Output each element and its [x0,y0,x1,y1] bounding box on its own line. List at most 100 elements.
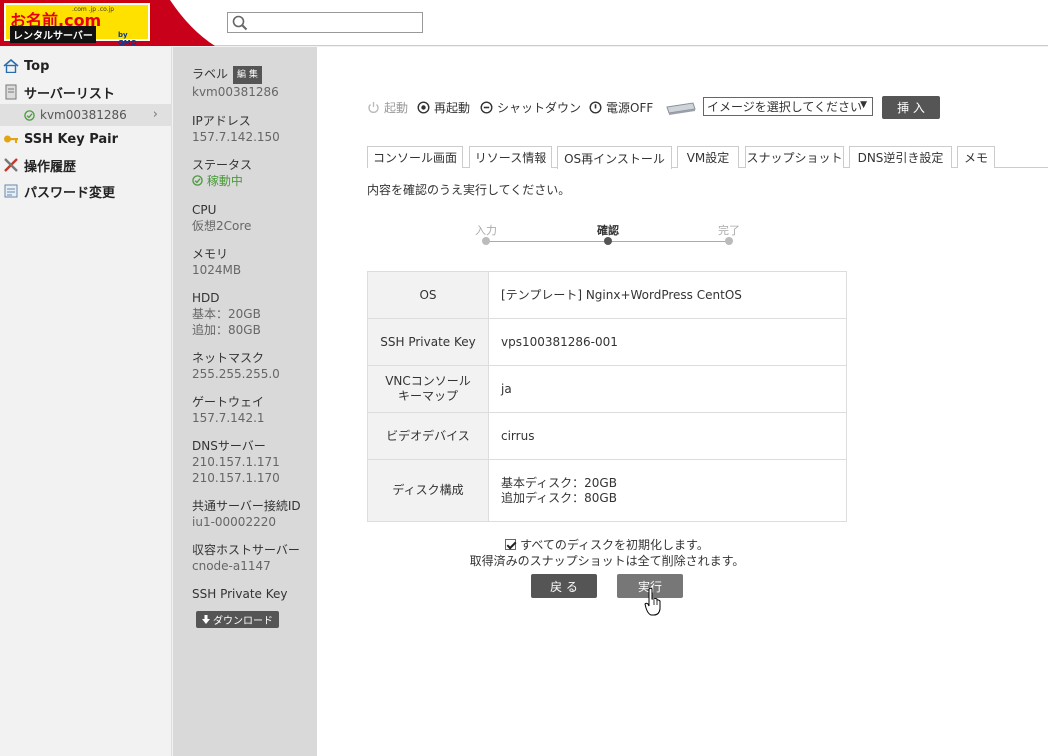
step-complete: 完了 [699,222,759,245]
vnc-key-line-1: VNCコンソール [385,374,471,388]
back-button[interactable]: 戻 る [531,574,597,598]
table-row: ビデオデバイス cirrus [367,412,847,460]
form-icon [2,183,20,199]
download-button[interactable]: ダウンロード [196,611,279,628]
info-shared-value: iu1-00002220 [192,515,276,529]
start-label: 起動 [384,101,409,115]
info-ip-value: 157.7.142.150 [192,130,280,144]
step-complete-label: 完了 [718,224,740,237]
download-label: ダウンロード [213,616,273,627]
info-memory: メモリ 1024MB [192,246,241,278]
logo[interactable]: お名前.com .com .jp .co.jp レンタルサーバー by GMO [4,3,150,47]
step-input-label: 入力 [475,224,497,237]
nav-top-label: Top [24,58,50,74]
info-ssh-title: SSH Private Key [192,587,288,601]
info-ip: IPアドレス 157.7.142.150 [192,113,280,145]
nav-history[interactable]: 操作履歴 [0,153,172,177]
video-value: cirrus [488,412,847,460]
table-row: ディスク構成 基本ディスク：20GB 追加ディスク：80GB [367,459,847,522]
nav-server-list-label: サーバーリスト [24,86,115,102]
power-off-label: 電源OFF [606,101,654,115]
status-ok-icon [192,175,203,186]
image-select[interactable]: イメージを選択してください ▼ [703,97,873,116]
nav-password[interactable]: パスワード変更 [0,179,172,203]
header: お名前.com .com .jp .co.jp レンタルサーバー by GMO [0,0,1048,47]
vnc-key: VNCコンソール キーマップ [367,365,489,413]
info-shared-title: 共通サーバー接続ID [192,499,301,513]
left-nav: Top サーバーリスト kvm00381286 › SSH Key Pair 操… [0,47,172,756]
nav-server-item-label: kvm00381286 [40,108,127,122]
step-dot [725,237,733,245]
confirmation-table: OS [テンプレート] Nginx+WordPress CentOS SSH P… [367,271,847,522]
info-netmask-value: 255.255.255.0 [192,367,280,381]
restart-button[interactable]: 再起動 [417,99,470,116]
insert-button[interactable]: 挿 入 [882,96,940,119]
step-confirm: 確認 [578,222,638,245]
shutdown-button[interactable]: シャットダウン [480,99,581,116]
restart-label: 再起動 [434,101,471,115]
key-icon [2,131,20,147]
info-shared-id: 共通サーバー接続ID iu1-00002220 [192,498,301,530]
table-row: OS [テンプレート] Nginx+WordPress CentOS [367,271,847,319]
info-cpu-value: 仮想2Core [192,219,252,233]
tools-icon [2,157,20,173]
search-box[interactable] [227,12,423,33]
info-hdd-base: 基本：20GB [192,307,261,321]
tab-bar: コンソール画面 リソース情報 OS再インストール VM設定 スナップショット D… [367,146,1048,169]
info-hdd-title: HDD [192,291,220,305]
disc-drive-icon [666,102,696,115]
search-input[interactable] [250,14,420,31]
tab-memo[interactable]: メモ [957,146,995,168]
power-off-button[interactable]: 電源OFF [589,99,653,116]
search-icon [232,15,248,31]
info-netmask: ネットマスク 255.255.255.0 [192,350,280,382]
tab-resource[interactable]: リソース情報 [469,146,552,168]
info-dns-value-1: 210.157.1.171 [192,455,280,469]
info-hdd-add: 追加：80GB [192,323,261,337]
instruction-text: 内容を確認のうえ実行してください。 [367,183,571,197]
step-confirm-label: 確認 [597,224,619,237]
os-key: OS [367,271,489,319]
tab-vm-settings[interactable]: VM設定 [677,146,739,168]
disk-value-2: 追加ディスク：80GB [501,490,617,505]
info-status-title: ステータス [192,158,253,172]
power-icon [368,102,379,113]
table-row: VNCコンソール キーマップ ja [367,365,847,413]
info-ssh: SSH Private Key [192,586,287,602]
tab-os-reinstall[interactable]: OS再インストール [557,146,672,169]
video-key: ビデオデバイス [367,412,489,460]
download-icon [202,615,210,624]
power-toolbar: 起動 再起動 シャットダウン 電源OFF イメージを選択してください ▼ 挿 入 [367,96,1007,120]
init-all-checkbox[interactable] [505,539,517,550]
nav-top[interactable]: Top [0,54,172,78]
info-dns-title: DNSサーバー [192,439,266,453]
tab-dns-reverse[interactable]: DNS逆引き設定 [849,146,952,168]
edit-button[interactable]: 編 集 [233,66,262,84]
info-host: 収容ホストサーバー cnode-a1147 [192,542,300,574]
info-gateway: ゲートウェイ 157.7.142.1 [192,394,265,426]
step-dot [604,237,612,245]
start-button[interactable]: 起動 [367,99,408,116]
tab-snapshot[interactable]: スナップショット [745,146,844,168]
info-label-title: ラベル [192,67,229,81]
os-value: [テンプレート] Nginx+WordPress CentOS [488,271,847,319]
nav-ssh-key-pair[interactable]: SSH Key Pair [0,127,172,151]
info-hdd: HDD 基本：20GB 追加：80GB [192,290,261,338]
image-select-value: イメージを選択してください [707,100,863,114]
step-dot [482,237,490,245]
nav-server-list[interactable]: サーバーリスト [0,80,172,104]
server-info-panel: ラベル編 集 kvm00381286 IPアドレス 157.7.142.150 … [173,47,317,756]
step-input: 入力 [456,222,516,245]
logo-gmo: by GMO [118,31,137,47]
home-icon [2,58,20,74]
nav-server-item[interactable]: kvm00381286 › [0,104,172,126]
main-content: 起動 再起動 シャットダウン 電源OFF イメージを選択してください ▼ 挿 入… [317,47,1048,756]
logo-domains: .com .jp .co.jp [72,6,115,13]
info-dns-value-2: 210.157.1.170 [192,471,280,485]
shutdown-icon [480,101,493,114]
tab-console[interactable]: コンソール画面 [367,146,463,168]
info-cpu-title: CPU [192,203,217,217]
info-memory-value: 1024MB [192,263,242,277]
info-ip-title: IPアドレス [192,114,251,128]
ssh-value: vps100381286-001 [488,318,847,366]
